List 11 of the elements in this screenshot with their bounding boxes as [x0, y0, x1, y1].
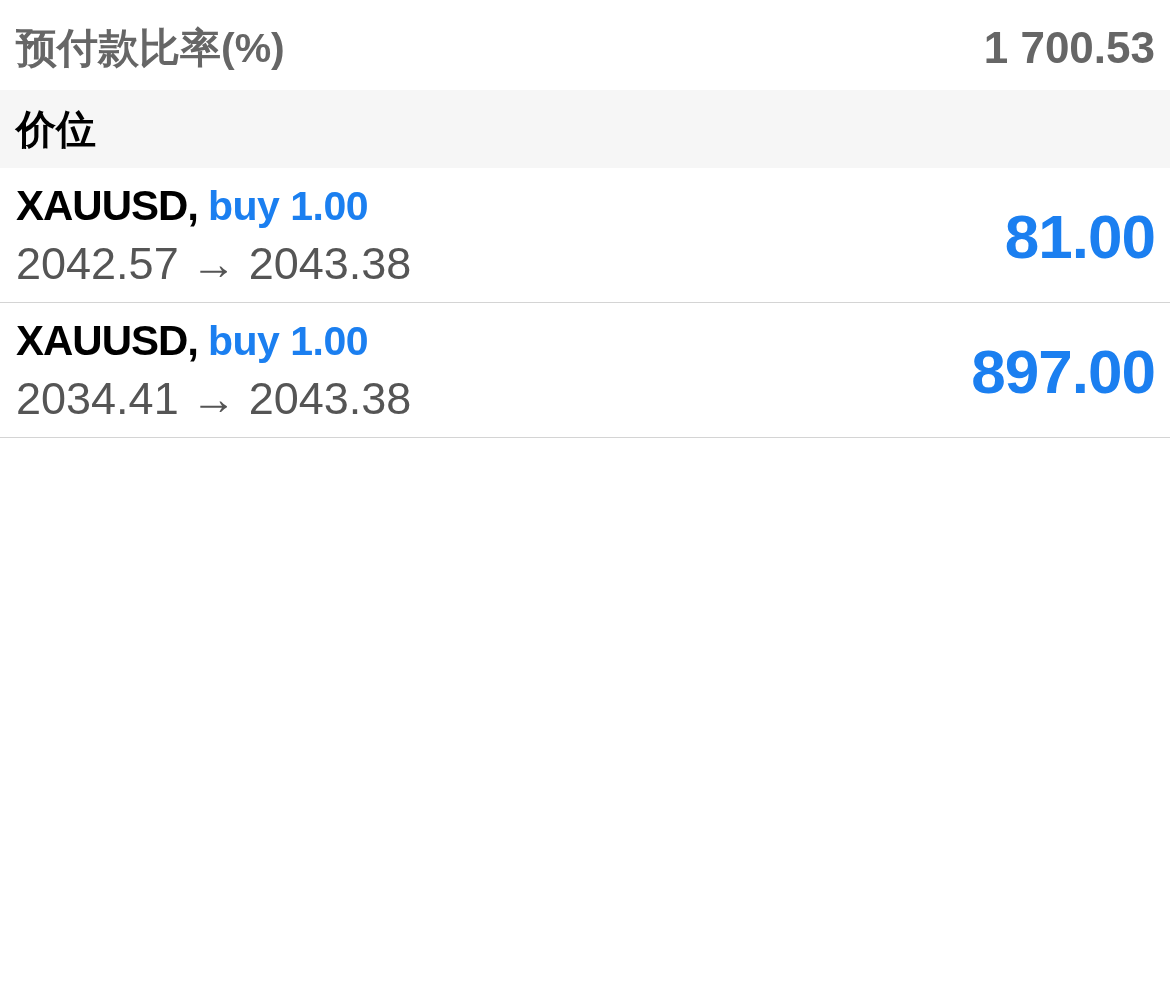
price-change-text: 2034.41 → 2043.38 — [16, 372, 412, 426]
price-change-text: 2042.57 → 2043.38 — [16, 237, 412, 291]
section-header: 价位 — [0, 90, 1170, 168]
symbol-label: XAUUSD, — [16, 316, 199, 366]
account-row-label: 预付款比率(%) — [16, 24, 285, 73]
account-row-value: 1 700.53 — [983, 23, 1155, 73]
order-label: buy 1.00 — [208, 317, 369, 366]
symbol-label: XAUUSD, — [16, 181, 199, 231]
order-label: buy 1.00 — [208, 182, 369, 231]
profit-value: 897.00 — [971, 337, 1155, 407]
profit-value: 81.00 — [1004, 202, 1155, 272]
